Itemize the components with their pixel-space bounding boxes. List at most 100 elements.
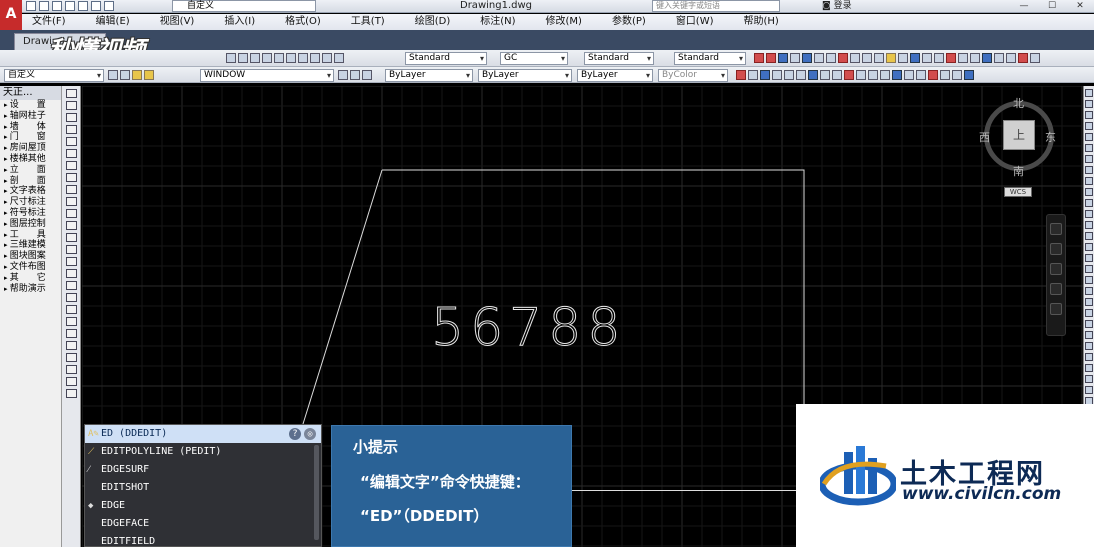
tz-item-layer-control[interactable]: 图层控制 [0, 219, 61, 230]
dim-style-select[interactable]: GC [500, 52, 568, 65]
right-tool-25-icon[interactable] [1085, 353, 1093, 361]
baseline-icon[interactable] [862, 53, 872, 63]
arc-icon[interactable] [65, 149, 77, 158]
menu-view[interactable]: 视图(V) [160, 14, 195, 30]
ellipse-arc-icon[interactable] [65, 209, 77, 218]
sheet-set-icon[interactable] [310, 53, 320, 63]
polyline-icon[interactable] [65, 113, 77, 122]
showmotion-icon[interactable] [1050, 303, 1062, 315]
table-draw-icon[interactable] [65, 293, 77, 302]
right-tool-24-icon[interactable] [1085, 342, 1093, 350]
ellipse-icon[interactable] [65, 197, 77, 206]
new-icon[interactable] [26, 1, 36, 11]
tz-item-other[interactable]: 其 它 [0, 273, 61, 284]
insert-block-icon[interactable] [65, 221, 77, 230]
dim-update-icon[interactable] [934, 53, 944, 63]
right-tool-27-icon[interactable] [1085, 375, 1093, 383]
right-tool-14-icon[interactable] [1085, 232, 1093, 240]
right-tool-7-icon[interactable] [1085, 155, 1093, 163]
pan-icon[interactable] [226, 53, 236, 63]
right-tool-17-icon[interactable] [1085, 265, 1093, 273]
orbit-nav-icon[interactable] [1050, 283, 1062, 295]
align-icon[interactable] [952, 70, 962, 80]
mirror-draw-icon[interactable] [65, 365, 77, 374]
viewcube-top-face[interactable]: 上 [1003, 120, 1035, 150]
tz-item-block-pattern[interactable]: 图块图案 [0, 251, 61, 262]
viewcube-east[interactable]: 东 [1045, 129, 1056, 145]
group-icon[interactable] [65, 389, 77, 398]
blend-icon[interactable] [916, 70, 926, 80]
tz-item-text-table[interactable]: 文字表格 [0, 186, 61, 197]
gear-icon[interactable] [108, 70, 118, 80]
menu-help[interactable]: 帮助(H) [744, 14, 779, 30]
zoom-nav-icon[interactable] [1050, 263, 1062, 275]
circle-icon[interactable] [65, 161, 77, 170]
copy-icon[interactable] [748, 70, 758, 80]
pan-nav-icon[interactable] [1050, 243, 1062, 255]
make-block-icon[interactable] [65, 233, 77, 242]
array-icon[interactable] [784, 70, 794, 80]
right-tool-12-icon[interactable] [1085, 210, 1093, 218]
right-tool-16-icon[interactable] [1085, 254, 1093, 262]
calculator-icon[interactable] [334, 53, 344, 63]
dim-text-edit-icon[interactable] [922, 53, 932, 63]
drawing-text[interactable]: 56788 [430, 298, 626, 359]
menu-modify[interactable]: 修改(M) [546, 14, 582, 30]
tz-item-file-layout[interactable]: 文件布图 [0, 262, 61, 273]
autocomplete-item[interactable]: EDGEFACE [85, 515, 321, 533]
dim-edit-icon[interactable] [910, 53, 920, 63]
stretch-icon[interactable] [832, 70, 842, 80]
mleader-style-select[interactable]: Standard [674, 52, 746, 65]
lineweight-select[interactable]: ByLayer [577, 69, 653, 82]
angular-icon[interactable] [838, 53, 848, 63]
center-mark-icon[interactable] [898, 53, 908, 63]
break-icon[interactable] [868, 70, 878, 80]
info-icon[interactable] [964, 70, 974, 80]
mirror-icon[interactable] [760, 70, 770, 80]
undo-icon[interactable] [91, 1, 101, 11]
login-button[interactable]: ◙ 登录 [822, 0, 852, 12]
jogged-icon[interactable] [814, 53, 824, 63]
color-select[interactable]: ByLayer [385, 69, 473, 82]
linetype-select[interactable]: ByLayer [478, 69, 572, 82]
properties-icon[interactable] [274, 53, 284, 63]
mtext-icon[interactable] [1030, 53, 1040, 63]
add-selected-icon[interactable] [65, 317, 77, 326]
right-tool-11-icon[interactable] [1085, 199, 1093, 207]
right-tool-23-icon[interactable] [1085, 331, 1093, 339]
menu-file[interactable]: 文件(F) [32, 14, 66, 30]
menu-parametric[interactable]: 参数(P) [612, 14, 646, 30]
layer-properties-icon[interactable] [120, 70, 130, 80]
right-tool-9-icon[interactable] [1085, 177, 1093, 185]
chamfer-icon[interactable] [892, 70, 902, 80]
tz-item-elevation[interactable]: 立 面 [0, 165, 61, 176]
markup-icon[interactable] [322, 53, 332, 63]
erase-icon[interactable] [736, 70, 746, 80]
bulb-icon[interactable] [132, 70, 142, 80]
block-icon[interactable] [958, 53, 968, 63]
join-icon[interactable] [880, 70, 890, 80]
tz-item-help[interactable]: 帮助演示 [0, 284, 61, 295]
extend-icon[interactable] [856, 70, 866, 80]
paint-icon[interactable] [65, 329, 77, 338]
autocad-logo-icon[interactable]: A [0, 0, 22, 30]
offset-icon[interactable] [772, 70, 782, 80]
trim-icon[interactable] [844, 70, 854, 80]
point-draw-icon[interactable] [65, 245, 77, 254]
menu-tools[interactable]: 工具(T) [351, 14, 385, 30]
tz-item-settings[interactable]: 设 置 [0, 100, 61, 111]
menu-draw[interactable]: 绘图(D) [415, 14, 451, 30]
right-tool-22-icon[interactable] [1085, 320, 1093, 328]
print-icon[interactable] [78, 1, 88, 11]
help-icon[interactable]: ? [289, 428, 301, 440]
region-icon[interactable] [1006, 53, 1016, 63]
web-search-icon[interactable]: ◎ [304, 428, 316, 440]
tz-item-door-window[interactable]: 门 窗 [0, 132, 61, 143]
maximize-icon[interactable]: ☐ [1038, 0, 1066, 12]
linear-dim-icon[interactable] [754, 53, 764, 63]
revcloud-icon[interactable] [65, 173, 77, 182]
autocomplete-item[interactable]: EDITSHOT [85, 479, 321, 497]
right-tool-15-icon[interactable] [1085, 243, 1093, 251]
right-tool-21-icon[interactable] [1085, 309, 1093, 317]
gradient-draw-icon[interactable] [65, 269, 77, 278]
